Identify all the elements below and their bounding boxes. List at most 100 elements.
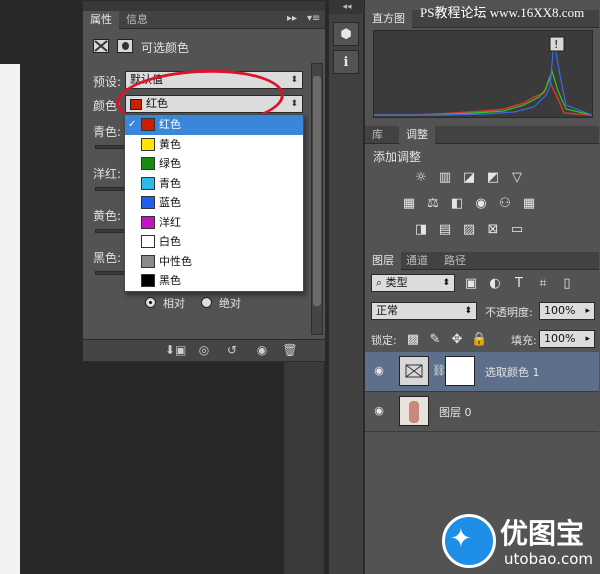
search-icon: ⌕	[376, 276, 386, 289]
lock-all-icon[interactable]: 🔒	[471, 332, 487, 348]
lock-position-icon[interactable]: ✥	[449, 332, 465, 348]
color-swatch	[141, 137, 155, 151]
fill-field[interactable]: 100% ▸	[539, 330, 595, 348]
lock-transparency-icon[interactable]: ▩	[405, 332, 421, 348]
dropdown-item[interactable]: 黄色	[125, 135, 303, 155]
dropdown-item[interactable]: 青色	[125, 174, 303, 194]
select-caret-icon: ⬍	[290, 99, 298, 109]
adjustment-thumbnail	[399, 356, 429, 386]
dropdown-item-label: 红色	[159, 118, 181, 131]
tab-channels[interactable]: 通道	[399, 252, 435, 270]
3d-cube-icon[interactable]: ⬢	[333, 22, 359, 46]
adjustment-filter-icon[interactable]: ◐	[487, 276, 503, 292]
document-canvas[interactable]	[0, 64, 20, 574]
dropdown-item[interactable]: 白色	[125, 232, 303, 252]
panel-menu-icon[interactable]: ▾≡	[307, 13, 320, 24]
dropdown-item[interactable]: 中性色	[125, 252, 303, 272]
black-white-icon[interactable]: ◧	[449, 196, 465, 212]
collapse-icon[interactable]: ▸▸	[287, 13, 297, 24]
layer-row-selective-color[interactable]: ◉ ⛓ 选取颜色 1	[365, 352, 599, 392]
dropdown-item[interactable]: 黑色	[125, 271, 303, 291]
photo-filter-icon[interactable]: ◉	[473, 196, 489, 212]
layer-thumbnail	[399, 396, 429, 426]
tab-library[interactable]: 库	[365, 126, 390, 144]
clip-to-layer-icon[interactable]: ⬇▣	[165, 343, 186, 358]
magenta-label: 洋红:	[93, 167, 122, 181]
checkmark-icon: ✓	[128, 119, 137, 130]
eye-icon[interactable]: ◉	[371, 404, 387, 418]
dropdown-item-label: 绿色	[159, 157, 181, 170]
visibility-eye-icon[interactable]: ◉	[253, 343, 271, 358]
threshold-icon[interactable]: ▨	[461, 222, 477, 238]
layer-row-layer0[interactable]: ◉ 图层 0	[365, 392, 599, 432]
color-swatch	[141, 235, 155, 248]
layers-tabbar: 图层 通道 路径	[365, 252, 599, 270]
histogram-graph: !	[373, 30, 593, 118]
yellow-label: 黄色:	[93, 209, 122, 223]
trash-icon[interactable]: 🗑	[281, 343, 299, 358]
type-filter-icon[interactable]: T	[511, 276, 527, 292]
dropdown-item-label: 黄色	[159, 137, 181, 151]
right-panel-column: 直方图 ! 库 调整 添加调整 ☼ ▥ ◪ ◩ ▽ ▦ ⚖ ◧ ◉ ⚇ ▦ ◨ …	[364, 0, 600, 574]
logo-text: 优图宝	[500, 517, 585, 550]
reset-icon[interactable]: ↺	[223, 343, 241, 358]
tab-layers[interactable]: 图层	[365, 252, 401, 270]
levels-icon[interactable]: ▥	[437, 170, 453, 186]
color-swatch	[141, 196, 155, 209]
lock-pixels-icon[interactable]: ✎	[427, 332, 443, 348]
eye-icon[interactable]: ◉	[371, 364, 387, 378]
info-icon[interactable]: ℹ	[333, 50, 359, 74]
tab-paths[interactable]: 路径	[437, 252, 473, 270]
color-dropdown-list[interactable]: ✓ 红色黄色绿色青色蓝色洋红 白色 中性色 黑色	[124, 114, 304, 292]
color-swatch	[141, 254, 155, 268]
shape-filter-icon[interactable]: ⌗	[535, 276, 551, 292]
invert-icon[interactable]: ◨	[413, 222, 429, 238]
absolute-radio[interactable]	[201, 297, 212, 308]
posterize-icon[interactable]: ▤	[437, 222, 453, 238]
curves-icon[interactable]: ◪	[461, 170, 477, 186]
mask-icon[interactable]	[117, 39, 133, 53]
cyan-label: 青色:	[93, 125, 122, 139]
tab-properties[interactable]: 属性	[83, 11, 119, 29]
pixel-filter-icon[interactable]: ▣	[463, 276, 479, 292]
black-label: 黑色:	[93, 251, 122, 265]
layer-name: 图层 0	[439, 406, 472, 419]
relative-radio[interactable]	[145, 297, 156, 308]
layer-filter-select[interactable]: ⌕ 类型 ⬍	[371, 274, 455, 292]
gradient-map-icon[interactable]: ▭	[509, 222, 525, 238]
adjustment-type-icon	[93, 39, 109, 53]
adjust-tabbar: 库 调整	[365, 126, 599, 144]
tab-adjustments[interactable]: 调整	[399, 126, 435, 144]
dropdown-item[interactable]: 绿色	[125, 154, 303, 174]
color-lookup-icon[interactable]: ▦	[521, 196, 537, 212]
brightness-icon[interactable]: ☼	[413, 170, 429, 186]
selective-color-icon[interactable]: ⊠	[485, 222, 501, 238]
collapse-arrows-icon[interactable]: ◂◂	[329, 0, 365, 14]
dropdown-item[interactable]: ✓ 红色	[125, 115, 303, 135]
mask-thumbnail[interactable]	[445, 356, 475, 386]
scroll-thumb[interactable]	[313, 76, 321, 306]
dropdown-item[interactable]: 洋红	[125, 213, 303, 233]
dropdown-item[interactable]: 蓝色	[125, 193, 303, 213]
properties-scrollbar[interactable]	[311, 63, 323, 335]
opacity-label: 不透明度:	[485, 306, 533, 319]
preset-label: 预设:	[93, 75, 122, 89]
color-swatch	[141, 274, 155, 287]
properties-tabbar: 属性 信息 ▸▸ ▾≡	[83, 11, 325, 29]
relative-label: 相对	[163, 297, 185, 310]
tab-histogram[interactable]: 直方图	[365, 10, 412, 28]
hue-saturation-icon[interactable]: ▦	[401, 196, 417, 212]
blend-mode-select[interactable]: 正常 ⬍	[371, 302, 477, 320]
view-previous-icon[interactable]: ◎	[195, 343, 213, 358]
vibrance-icon[interactable]: ▽	[509, 170, 525, 186]
color-balance-icon[interactable]: ⚖	[425, 196, 441, 212]
channel-mixer-icon[interactable]: ⚇	[497, 196, 513, 212]
color-swatch	[141, 157, 155, 170]
opacity-field[interactable]: 100% ▸	[539, 302, 595, 320]
color-swatch	[141, 118, 155, 131]
tab-info[interactable]: 信息	[119, 11, 155, 29]
dropdown-item-label: 蓝色	[159, 196, 181, 209]
smart-object-filter-icon[interactable]: ▯	[559, 276, 575, 292]
dropdown-item-label: 青色	[159, 176, 181, 190]
exposure-icon[interactable]: ◩	[485, 170, 501, 186]
